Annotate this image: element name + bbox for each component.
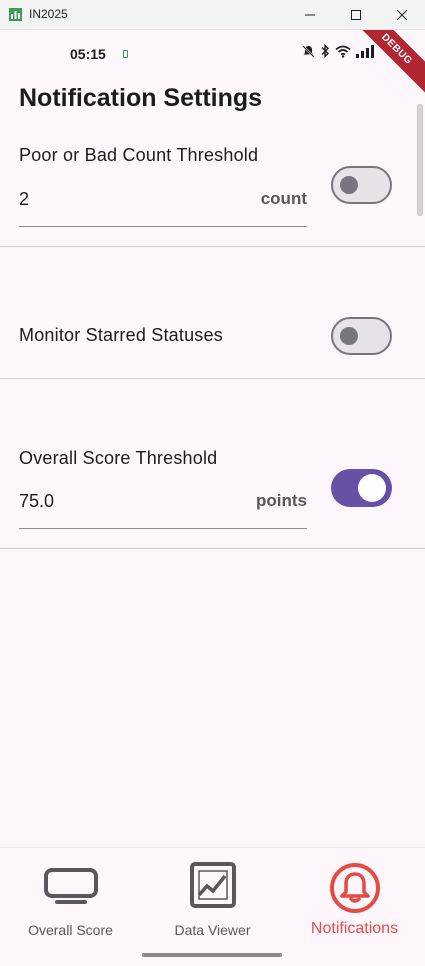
toggle-knob bbox=[358, 474, 386, 502]
monitor-icon bbox=[43, 868, 98, 904]
debug-ribbon-container: DEBUG bbox=[345, 30, 425, 110]
chart-icon bbox=[189, 862, 236, 908]
bell-off-icon bbox=[302, 44, 315, 58]
debug-ribbon: DEBUG bbox=[346, 30, 425, 100]
minimize-icon bbox=[305, 14, 315, 16]
home-indicator[interactable] bbox=[142, 953, 282, 957]
toggle-knob bbox=[340, 327, 358, 345]
minimize-button[interactable] bbox=[287, 0, 333, 30]
overall-score-threshold-input[interactable]: 75.0 bbox=[19, 491, 54, 512]
nav-item-notifications[interactable]: Notifications bbox=[284, 848, 425, 948]
maximize-button[interactable] bbox=[333, 0, 379, 30]
nav-label-overall-score: Overall Score bbox=[28, 922, 113, 938]
bottom-navigation: Overall Score Data Viewer Notifications bbox=[0, 847, 425, 966]
monitor-starred-toggle[interactable] bbox=[331, 317, 392, 355]
bluetooth-icon bbox=[321, 44, 329, 58]
toggle-knob bbox=[340, 176, 358, 194]
close-button[interactable] bbox=[379, 0, 425, 30]
maximize-icon bbox=[351, 10, 361, 20]
window-title: IN2025 bbox=[29, 7, 68, 21]
overall-score-threshold-label: Overall Score Threshold bbox=[19, 448, 218, 468]
poor-count-threshold-suffix: count bbox=[260, 189, 307, 208]
overall-score-threshold-underline bbox=[19, 528, 307, 529]
status-time: 05:15 bbox=[70, 46, 106, 62]
window-titlebar: IN2025 bbox=[0, 0, 425, 30]
battery-saver-icon bbox=[123, 50, 128, 58]
page-title: Notification Settings bbox=[19, 84, 263, 112]
overall-score-threshold-toggle[interactable] bbox=[331, 469, 392, 507]
divider bbox=[0, 246, 425, 247]
divider bbox=[0, 378, 425, 379]
app-icon bbox=[9, 8, 22, 21]
nav-label-data-viewer: Data Viewer bbox=[174, 922, 251, 938]
nav-item-overall-score[interactable]: Overall Score bbox=[0, 848, 141, 948]
close-icon bbox=[397, 10, 407, 20]
monitor-starred-label: Monitor Starred Statuses bbox=[19, 325, 223, 345]
scrollbar[interactable] bbox=[417, 104, 423, 216]
poor-count-threshold-toggle[interactable] bbox=[331, 166, 392, 204]
bell-icon bbox=[329, 863, 380, 913]
divider bbox=[0, 548, 425, 549]
nav-label-notifications: Notifications bbox=[310, 920, 399, 937]
poor-count-threshold-label: Poor or Bad Count Threshold bbox=[19, 145, 259, 165]
poor-count-threshold-input[interactable]: 2 bbox=[19, 189, 29, 210]
overall-score-threshold-suffix: points bbox=[256, 491, 307, 510]
poor-count-threshold-underline bbox=[19, 226, 307, 227]
nav-item-data-viewer[interactable]: Data Viewer bbox=[142, 848, 283, 948]
